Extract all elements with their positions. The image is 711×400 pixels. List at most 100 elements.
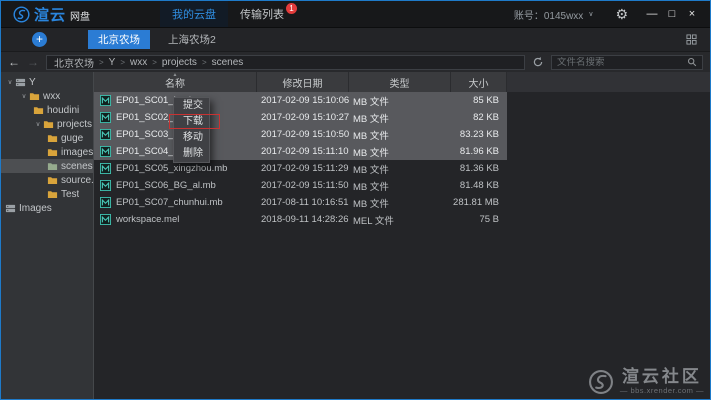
- context-menu: 提交下载移动删除: [173, 97, 210, 163]
- farm-tab-beijing[interactable]: 北京农场: [88, 30, 150, 49]
- community-watermark: 渲云社区 — bbs.xrender.com —: [588, 368, 704, 395]
- back-arrow-icon[interactable]: ←: [8, 56, 20, 68]
- column-label: 大小: [469, 75, 489, 90]
- sidebar-item-label: Images: [19, 203, 52, 214]
- account-label: 账号：0145wxx: [514, 7, 583, 22]
- settings-gear-icon[interactable]: ⚙: [615, 7, 628, 21]
- tab-label: 我的云盘: [172, 6, 216, 22]
- app-subtitle: 网盘: [70, 8, 90, 23]
- table-header: ▲ 名称 修改日期 类型 大小: [94, 72, 710, 92]
- file-name: EP01_SC06_BG_al.mb: [116, 180, 216, 191]
- breadcrumb-segment[interactable]: Y: [109, 57, 116, 68]
- chevron-expanded-icon[interactable]: ∨: [19, 92, 29, 100]
- tab-my-cloud-disk[interactable]: 我的云盘: [160, 1, 228, 27]
- file-date-cell: 2017-02-09 15:10:06: [257, 95, 349, 106]
- file-name-cell: EP01_SC05_xingzhou.mb: [94, 163, 257, 174]
- folder-icon: [43, 119, 54, 130]
- table-row[interactable]: EP01_SC07_chunhui.mb2017-08-11 10:16:51M…: [94, 194, 507, 211]
- breadcrumb-segment[interactable]: scenes: [212, 57, 244, 68]
- column-label: 类型: [390, 75, 410, 90]
- breadcrumb-segment[interactable]: 北京农场: [54, 55, 94, 70]
- tab-label: 传输列表: [240, 6, 284, 22]
- sidebar-item-houdini[interactable]: houdini: [1, 103, 93, 117]
- table-row[interactable]: EP01_SC03_tank2017-02-09 15:10:50MB 文件83…: [94, 126, 507, 143]
- file-size-cell: 281.81 MB: [451, 197, 507, 208]
- sidebar-item-test[interactable]: Test: [1, 187, 93, 201]
- forward-arrow-icon[interactable]: →: [27, 56, 39, 68]
- farm-tab-shanghai[interactable]: 上海农场2: [158, 30, 226, 49]
- maya-file-icon: [100, 112, 111, 123]
- search-input[interactable]: [557, 57, 687, 68]
- sidebar-item-scenes[interactable]: scenes: [1, 159, 93, 173]
- table-row[interactable]: EP01_SC04_xia.m2017-02-09 15:11:10MB 文件8…: [94, 143, 507, 160]
- watermark-text: 渲云社区 — bbs.xrender.com —: [620, 368, 704, 395]
- file-name: workspace.mel: [116, 214, 179, 225]
- sidebar-item-source-[interactable]: source...: [1, 173, 93, 187]
- column-header-size[interactable]: 大小: [451, 72, 507, 92]
- main-nav-tabs: 我的云盘 传输列表 1: [160, 1, 296, 27]
- sidebar-item-images[interactable]: images: [1, 145, 93, 159]
- refresh-icon[interactable]: [532, 56, 544, 68]
- folder-icon: [47, 175, 58, 186]
- file-type-cell: MB 文件: [349, 94, 451, 108]
- annotation-red-box: [169, 114, 220, 129]
- table-row[interactable]: EP01_SC06_BG_al.mb2017-02-09 15:11:50MB …: [94, 177, 507, 194]
- sidebar-item-images[interactable]: Images: [1, 201, 93, 215]
- file-date-cell: 2017-02-09 15:11:10: [257, 146, 349, 157]
- chevron-expanded-icon[interactable]: ∨: [33, 120, 43, 128]
- breadcrumb-segment[interactable]: wxx: [130, 57, 147, 68]
- sidebar-item-label: Y: [29, 77, 36, 88]
- account-menu[interactable]: 账号：0145wxx ∨: [514, 7, 594, 22]
- titlebar-right: 账号：0145wxx ∨ ⚙ — □ ×: [514, 1, 702, 27]
- transfer-count-badge: 1: [286, 3, 297, 14]
- maya-file-icon: [100, 197, 111, 208]
- chevron-expanded-icon[interactable]: ∨: [5, 78, 15, 86]
- table-row[interactable]: workspace.mel2018-09-11 14:28:26MEL 文件75…: [94, 211, 507, 228]
- titlebar: 渲云 网盘 我的云盘 传输列表 1 账号：0145wxx ∨ ⚙ — □ ×: [1, 1, 710, 27]
- add-farm-button[interactable]: +: [32, 32, 47, 47]
- file-size-cell: 75 B: [451, 214, 507, 225]
- sidebar-item-wxx[interactable]: ∨wxx: [1, 89, 93, 103]
- watermark-url: — bbs.xrender.com —: [620, 386, 704, 395]
- watermark-title: 渲云社区: [622, 368, 702, 386]
- column-header-date[interactable]: 修改日期: [257, 72, 349, 92]
- folder-icon: [47, 189, 58, 200]
- breadcrumb-separator: >: [202, 58, 207, 67]
- file-size-cell: 81.48 KB: [451, 180, 507, 191]
- maya-file-icon: [100, 180, 111, 191]
- file-date-cell: 2017-08-11 10:16:51: [257, 197, 349, 208]
- app-title: 渲云: [34, 4, 66, 25]
- sidebar-item-guge[interactable]: guge: [1, 131, 93, 145]
- folder-green-icon: [47, 161, 58, 172]
- folder-icon: [29, 91, 40, 102]
- view-mode-grid-icon[interactable]: [686, 34, 697, 45]
- breadcrumb-segment[interactable]: projects: [162, 57, 197, 68]
- context-menu-item-移动[interactable]: 移动: [174, 130, 209, 146]
- sidebar-item-label: houdini: [47, 105, 79, 116]
- breadcrumb-separator: >: [120, 58, 125, 67]
- file-name-cell: workspace.mel: [94, 214, 257, 225]
- table-row[interactable]: EP01_SC01_kaola2017-02-09 15:10:06MB 文件8…: [94, 92, 507, 109]
- xrender-swirl-icon: [13, 6, 30, 23]
- column-header-name[interactable]: ▲ 名称: [94, 72, 257, 92]
- sidebar-item-y[interactable]: ∨Y: [1, 75, 93, 89]
- table-row[interactable]: EP01_SC02_quan2017-02-09 15:10:27MB 文件82…: [94, 109, 507, 126]
- file-size-cell: 83.23 KB: [451, 129, 507, 140]
- minimize-button[interactable]: —: [642, 1, 662, 27]
- column-header-type[interactable]: 类型: [349, 72, 451, 92]
- close-button[interactable]: ×: [682, 1, 702, 27]
- maximize-button[interactable]: □: [662, 1, 682, 27]
- column-label: 修改日期: [283, 75, 323, 90]
- sidebar-item-projects[interactable]: ∨projects: [1, 117, 93, 131]
- tab-transfer-list[interactable]: 传输列表 1: [228, 1, 296, 27]
- file-name: EP01_SC05_xingzhou.mb: [116, 163, 227, 174]
- search-icon[interactable]: [687, 57, 697, 67]
- breadcrumb[interactable]: 北京农场>Y>wxx>projects>scenes: [46, 55, 525, 70]
- context-menu-item-删除[interactable]: 删除: [174, 146, 209, 162]
- table-row[interactable]: EP01_SC05_xingzhou.mb2017-02-09 15:11:29…: [94, 160, 507, 177]
- maya-file-icon: [100, 163, 111, 174]
- app-logo: 渲云 网盘: [13, 4, 90, 25]
- file-size-cell: 85 KB: [451, 95, 507, 106]
- file-date-cell: 2018-09-11 14:28:26: [257, 214, 349, 225]
- context-menu-item-提交[interactable]: 提交: [174, 98, 209, 114]
